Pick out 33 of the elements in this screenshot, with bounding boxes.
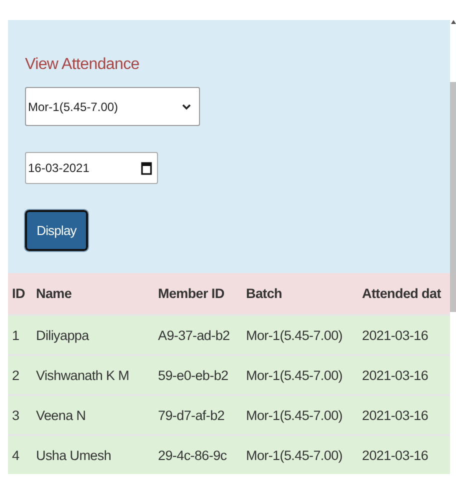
table-cell: Mor-1(5.45-7.00) bbox=[242, 315, 358, 355]
display-button[interactable]: Display bbox=[25, 210, 88, 251]
column-header: Batch bbox=[242, 273, 358, 315]
table-cell: Veena N bbox=[32, 395, 154, 435]
column-header: ID bbox=[8, 273, 32, 315]
scrollbar-thumb[interactable] bbox=[450, 82, 456, 312]
table-cell: 3 bbox=[8, 395, 32, 435]
date-field[interactable]: 16-03-2021 bbox=[25, 152, 158, 184]
table-cell: 2021-03-16 bbox=[358, 395, 450, 435]
column-header: Attended dat bbox=[358, 273, 450, 315]
chevron-down-icon bbox=[182, 104, 191, 110]
table-cell: 2021-03-16 bbox=[358, 355, 450, 395]
table-cell: 2 bbox=[8, 355, 32, 395]
page-title: View Attendance bbox=[25, 56, 140, 74]
table-cell: Mor-1(5.45-7.00) bbox=[242, 355, 358, 395]
table-cell: Diliyappa bbox=[32, 315, 154, 355]
table-cell: 2021-03-16 bbox=[358, 435, 450, 474]
column-header: Name bbox=[32, 273, 154, 315]
table-cell: 2021-03-16 bbox=[358, 315, 450, 355]
table-cell: 29-4c-86-9c bbox=[154, 435, 242, 474]
column-header: Member ID bbox=[154, 273, 242, 315]
table-cell: Vishwanath K M bbox=[32, 355, 154, 395]
table-cell: 79-d7-af-b2 bbox=[154, 395, 242, 435]
table-cell: 1 bbox=[8, 315, 32, 355]
table-cell: Usha Umesh bbox=[32, 435, 154, 474]
batch-select[interactable]: Mor-1(5.45-7.00) bbox=[25, 87, 200, 126]
calendar-icon bbox=[141, 162, 152, 174]
table-cell: Mor-1(5.45-7.00) bbox=[242, 435, 358, 474]
table-cell: A9-37-ad-b2 bbox=[154, 315, 242, 355]
table-cell: 4 bbox=[8, 435, 32, 474]
table-cell: 59-e0-eb-b2 bbox=[154, 355, 242, 395]
scroll-up-icon[interactable] bbox=[450, 20, 456, 24]
table-cell: Mor-1(5.45-7.00) bbox=[242, 395, 358, 435]
